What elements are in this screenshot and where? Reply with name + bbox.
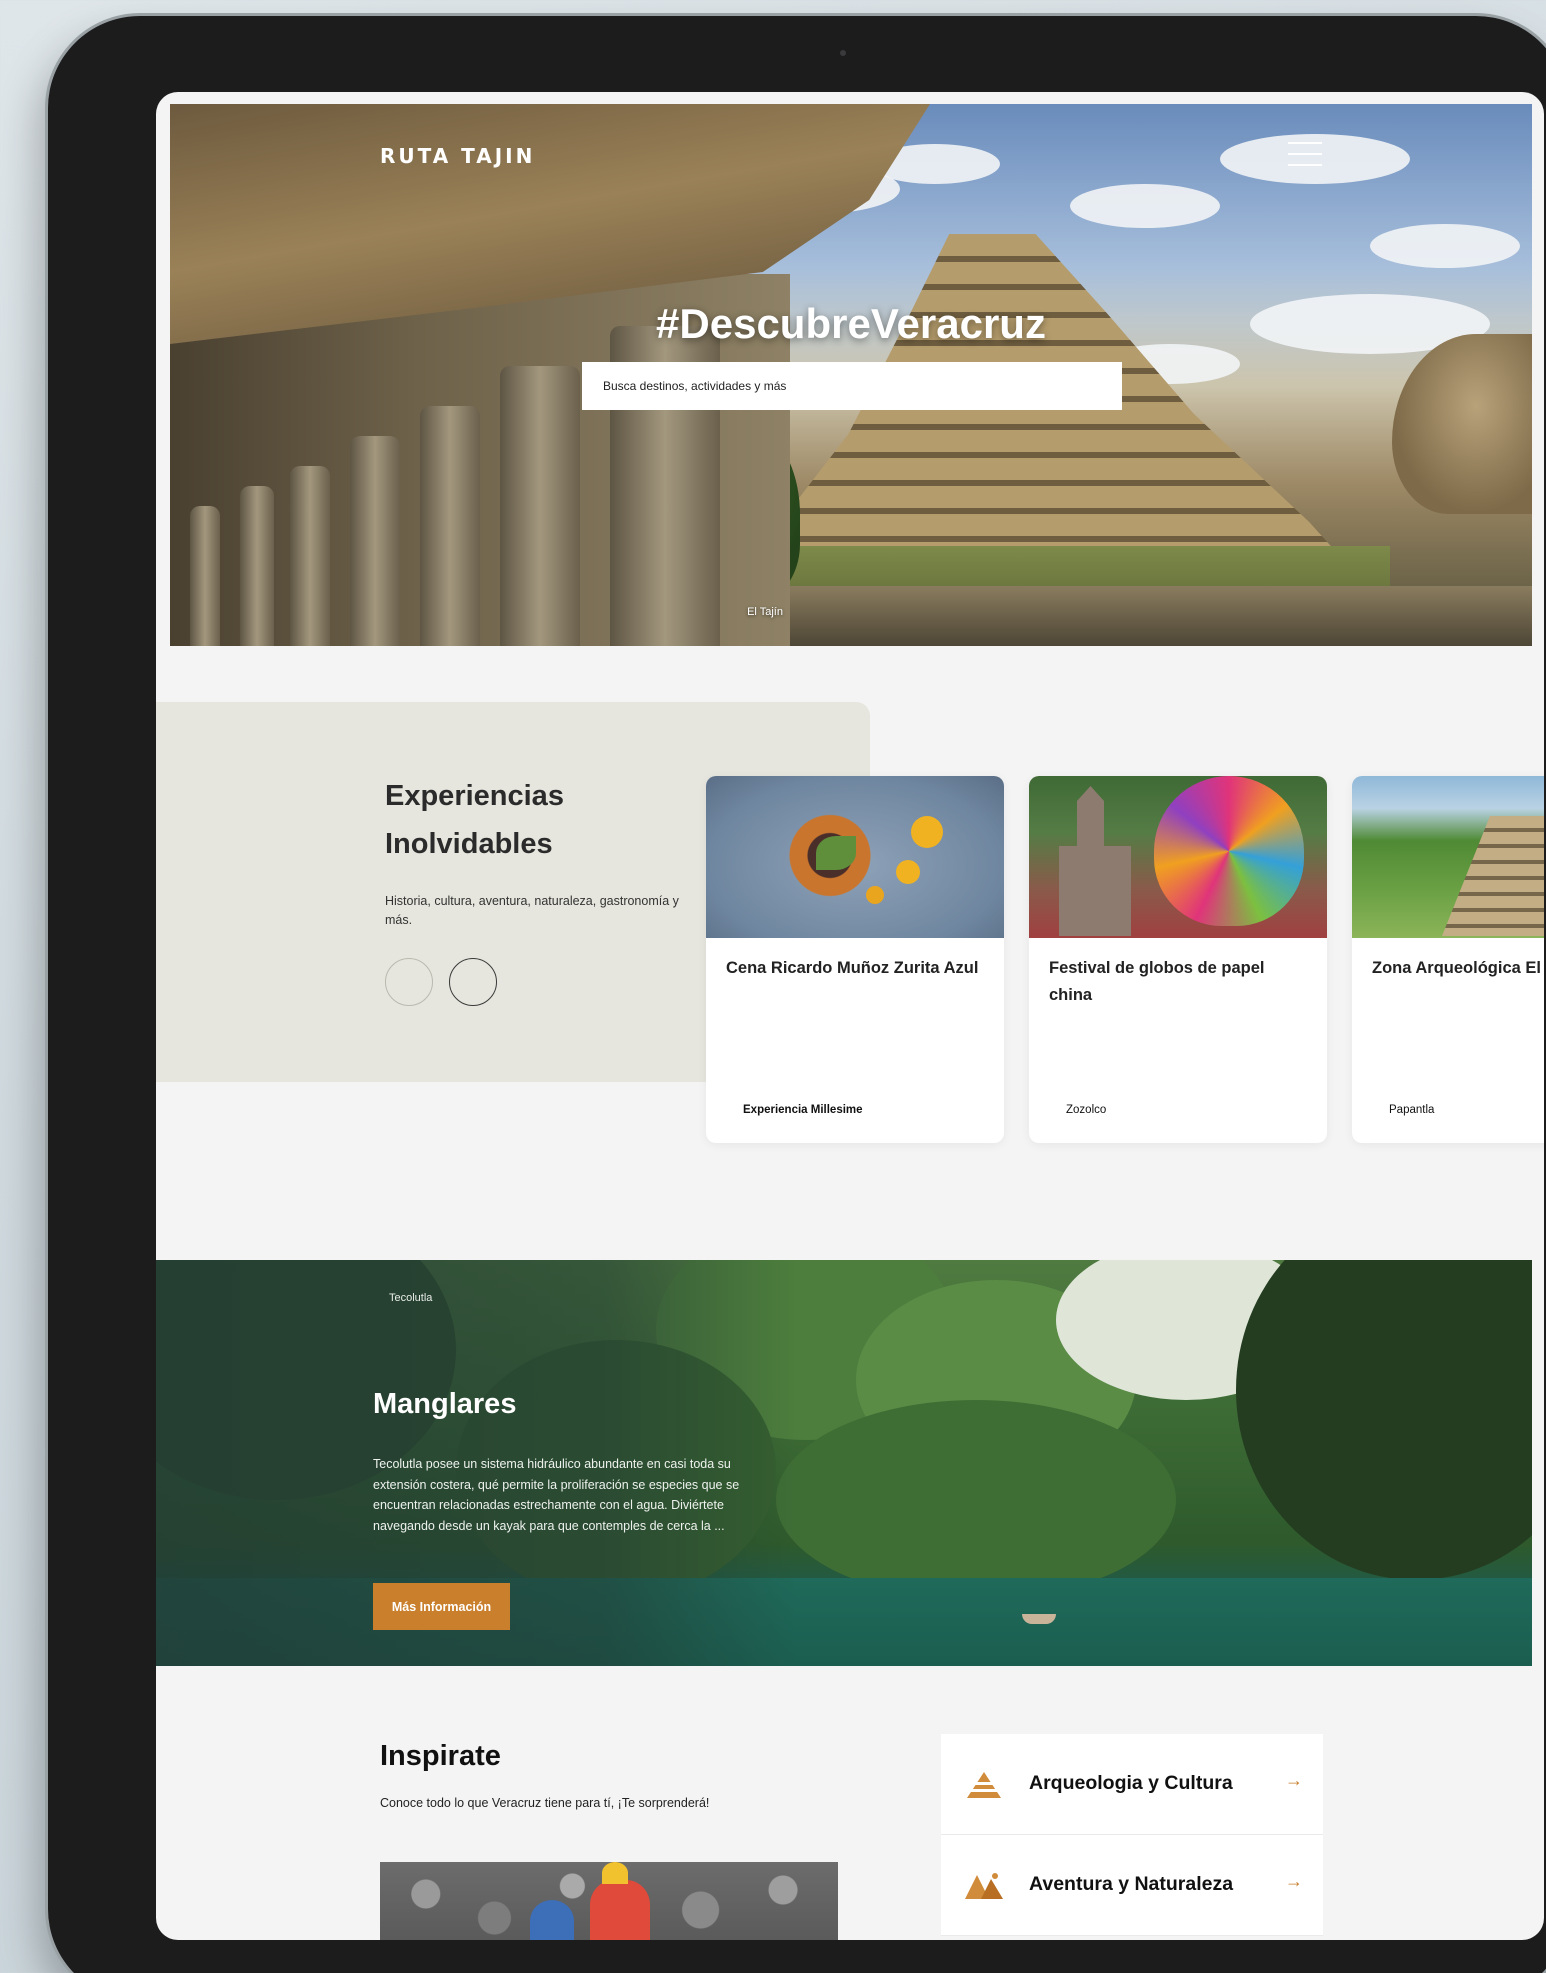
category-list: Arqueologia y Cultura → Aventura y Natur… bbox=[941, 1734, 1323, 1936]
card-image-balloon bbox=[1029, 776, 1327, 938]
feature-text: Tecolutla posee un sistema hidráulico ab… bbox=[373, 1457, 740, 1533]
experiences-title: Experiencias Inolvidables bbox=[385, 780, 564, 860]
experience-card[interactable]: Cena Ricardo Muñoz Zurita Azul Experienc… bbox=[706, 776, 1004, 1143]
carousel-next-button[interactable] bbox=[449, 958, 497, 1006]
inspire-subtitle: Conoce todo lo que Veracruz tiene para t… bbox=[380, 1796, 710, 1810]
feature-location: Tecolutla bbox=[389, 1292, 433, 1304]
carousel-prev-button[interactable] bbox=[385, 958, 433, 1006]
rafting-image bbox=[380, 1862, 838, 1940]
hamburger-icon[interactable] bbox=[1288, 142, 1322, 166]
feature-title: Manglares bbox=[373, 1388, 517, 1420]
category-label: Arqueologia y Cultura bbox=[1029, 1772, 1233, 1794]
card-title: Zona Arqueológica El Tajín bbox=[1372, 959, 1544, 977]
site-logo[interactable]: RUTA TAJIN bbox=[380, 144, 535, 168]
card-title: Cena Ricardo Muñoz Zurita Azul bbox=[726, 959, 979, 977]
experiences-description: Historia, cultura, aventura, naturaleza,… bbox=[385, 894, 679, 927]
tablet-frame: RUTA TAJIN #DescubreVeracruz El Tajín Ex… bbox=[48, 16, 1546, 1973]
inspire-title: Inspirate bbox=[380, 1740, 501, 1772]
category-adventure[interactable]: Aventura y Naturaleza → bbox=[941, 1835, 1323, 1936]
mangroves-banner bbox=[156, 1260, 1532, 1666]
mountain-icon bbox=[965, 1873, 1003, 1899]
category-label: Aventura y Naturaleza bbox=[1029, 1873, 1234, 1895]
card-image-tajin bbox=[1352, 776, 1544, 938]
arrow-right-icon: → bbox=[1285, 1871, 1303, 1891]
arrow-right-icon: → bbox=[1285, 1770, 1303, 1790]
category-archaeology[interactable]: Arqueologia y Cultura → bbox=[941, 1734, 1323, 1835]
search-input[interactable] bbox=[582, 362, 1122, 410]
photo-caption: El Tajín bbox=[747, 606, 783, 618]
card-image-dish bbox=[706, 776, 1004, 938]
card-tag: Experiencia Millesime bbox=[743, 1104, 863, 1116]
pyramid-icon bbox=[967, 1772, 1001, 1798]
more-info-button[interactable]: Más Información bbox=[373, 1583, 510, 1630]
card-tag: Papantla bbox=[1389, 1104, 1435, 1116]
camera-dot bbox=[840, 50, 846, 56]
boat bbox=[1022, 1614, 1056, 1624]
card-tag: Zozolco bbox=[1066, 1104, 1107, 1116]
hero-title: #DescubreVeracruz bbox=[656, 300, 1046, 347]
hero-banner: RUTA TAJIN #DescubreVeracruz El Tajín bbox=[170, 104, 1532, 646]
screen: RUTA TAJIN #DescubreVeracruz El Tajín Ex… bbox=[156, 92, 1544, 1940]
card-title: Festival de globos de papel china bbox=[1049, 959, 1265, 1004]
experience-card[interactable]: Zona Arqueológica El Tajín Papantla bbox=[1352, 776, 1544, 1143]
experience-card[interactable]: Festival de globos de papel china Zozolc… bbox=[1029, 776, 1327, 1143]
